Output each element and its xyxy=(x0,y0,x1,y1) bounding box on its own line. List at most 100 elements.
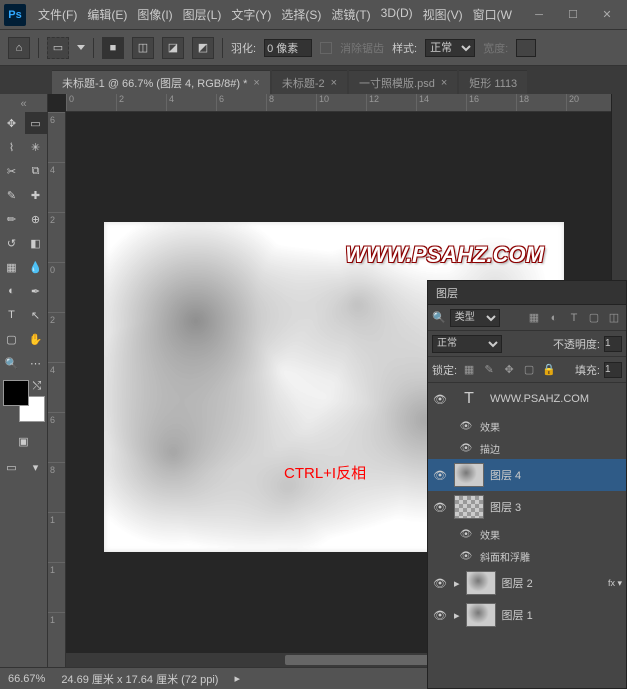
type-tool[interactable]: T xyxy=(1,304,23,326)
filter-type-select[interactable]: 类型 xyxy=(450,309,500,327)
home-icon[interactable]: ⌂ xyxy=(8,37,30,59)
path-tool[interactable]: ↖ xyxy=(25,304,47,326)
menu-select[interactable]: 选择(S) xyxy=(277,2,325,27)
selection-intersect-icon[interactable]: ◩ xyxy=(192,37,214,59)
tab-doc1[interactable]: 未标题-1 @ 66.7% (图层 4, RGB/8#) *× xyxy=(52,70,270,94)
tab-doc2[interactable]: 未标题-2× xyxy=(272,70,347,94)
screen-mode-menu[interactable]: ▾ xyxy=(25,456,47,478)
tab-doc3[interactable]: 一寸照模版.psd× xyxy=(349,70,457,94)
color-swatches[interactable]: ⤭ xyxy=(3,380,45,422)
visibility-icon[interactable]: 👁 xyxy=(432,467,448,483)
tab-doc4[interactable]: 矩形 1113 xyxy=(459,70,527,94)
feather-input[interactable] xyxy=(264,39,312,57)
healing-tool[interactable]: ✚ xyxy=(25,184,47,206)
ruler-horizontal[interactable]: 0246810121416182022 xyxy=(66,94,627,112)
close-icon[interactable]: × xyxy=(253,77,259,89)
gradient-tool[interactable]: ▦ xyxy=(1,256,23,278)
zoom-tool[interactable]: 🔍 xyxy=(1,352,23,374)
visibility-icon[interactable]: 👁 xyxy=(458,526,474,542)
marquee-tool[interactable]: ▭ xyxy=(25,112,47,134)
visibility-icon[interactable]: 👁 xyxy=(432,391,448,407)
collapsed-panels[interactable] xyxy=(611,94,627,280)
layers-tab[interactable]: 图层 xyxy=(428,281,626,305)
menu-edit[interactable]: 编辑(E) xyxy=(83,2,131,27)
menu-3d[interactable]: 3D(D) xyxy=(377,2,417,27)
filter-text-icon[interactable]: T xyxy=(566,310,582,326)
foreground-color[interactable] xyxy=(3,380,29,406)
layer-2[interactable]: 👁 ▸ 图层 2 fx ▾ xyxy=(428,567,626,599)
blur-tool[interactable]: 💧 xyxy=(25,256,47,278)
selection-subtract-icon[interactable]: ◪ xyxy=(162,37,184,59)
layer-fx-group[interactable]: 👁 效果 xyxy=(428,415,626,437)
lock-artboard-icon[interactable]: ▢ xyxy=(521,362,537,378)
menu-image[interactable]: 图像(I) xyxy=(133,2,176,27)
marquee-tool-icon[interactable]: ▭ xyxy=(47,37,69,59)
selection-add-icon[interactable]: ◫ xyxy=(132,37,154,59)
brush-tool[interactable]: ✏ xyxy=(1,208,23,230)
screen-mode-tool[interactable]: ▭ xyxy=(1,456,23,478)
chevron-right-icon[interactable]: ▸ xyxy=(454,577,460,590)
close-button[interactable]: ✕ xyxy=(591,3,623,27)
close-icon[interactable]: × xyxy=(331,77,337,89)
chevron-right-icon[interactable]: ▸ xyxy=(454,609,460,622)
layer-text[interactable]: 👁 T WWW.PSAHZ.COM xyxy=(428,383,626,415)
filter-smart-icon[interactable]: ◫ xyxy=(606,310,622,326)
menu-window[interactable]: 窗口(W xyxy=(469,2,516,27)
visibility-icon[interactable]: 👁 xyxy=(458,440,474,456)
maximize-button[interactable]: ☐ xyxy=(557,3,589,27)
lock-pixels-icon[interactable]: ▦ xyxy=(461,362,477,378)
lock-brush-icon[interactable]: ✎ xyxy=(481,362,497,378)
document-size[interactable]: 24.69 厘米 x 17.64 厘米 (72 ppi) xyxy=(61,671,218,687)
pen-tool[interactable]: ✒ xyxy=(25,280,47,302)
lock-all-icon[interactable]: 🔒 xyxy=(541,362,557,378)
chevron-down-icon[interactable] xyxy=(77,45,85,50)
opacity-input[interactable] xyxy=(604,336,622,352)
layer-fx-stroke[interactable]: 👁 描边 xyxy=(428,437,626,459)
quick-mask-tool[interactable]: ▣ xyxy=(13,430,35,452)
visibility-icon[interactable]: 👁 xyxy=(458,548,474,564)
lasso-tool[interactable]: ⌇ xyxy=(1,136,23,158)
history-brush-tool[interactable]: ↺ xyxy=(1,232,23,254)
fill-input[interactable] xyxy=(604,362,622,378)
blend-mode-select[interactable]: 正常 xyxy=(432,335,502,353)
move-tool[interactable]: ✥ xyxy=(1,112,23,134)
layer-3[interactable]: 👁 图层 3 xyxy=(428,491,626,523)
hand-tool[interactable]: ✋ xyxy=(25,328,47,350)
swap-colors-icon[interactable]: ⤭ xyxy=(33,380,45,392)
magic-wand-tool[interactable]: ✳ xyxy=(25,136,47,158)
menu-layer[interactable]: 图层(L) xyxy=(179,2,226,27)
menu-type[interactable]: 文字(Y) xyxy=(227,2,275,27)
dodge-tool[interactable]: ◐ xyxy=(1,280,23,302)
visibility-icon[interactable]: 👁 xyxy=(432,607,448,623)
visibility-icon[interactable]: 👁 xyxy=(432,575,448,591)
visibility-icon[interactable]: 👁 xyxy=(458,418,474,434)
edit-toolbar[interactable]: ⋯ xyxy=(25,352,47,374)
filter-shape-icon[interactable]: ▢ xyxy=(586,310,602,326)
clone-tool[interactable]: ⊕ xyxy=(25,208,47,230)
close-icon[interactable]: × xyxy=(441,77,447,89)
slice-tool[interactable]: ⧉ xyxy=(25,160,47,182)
eraser-tool[interactable]: ◧ xyxy=(25,232,47,254)
eyedropper-tool[interactable]: ✎ xyxy=(1,184,23,206)
layer-4[interactable]: 👁 图层 4 xyxy=(428,459,626,491)
minimize-button[interactable]: ─ xyxy=(523,3,555,27)
fx-badge[interactable]: fx ▾ xyxy=(608,578,622,589)
layer-fx-group[interactable]: 👁 效果 xyxy=(428,523,626,545)
selection-new-icon[interactable]: ■ xyxy=(102,37,124,59)
filter-adjust-icon[interactable]: ◐ xyxy=(546,310,562,326)
filter-pixel-icon[interactable]: ▦ xyxy=(526,310,542,326)
default-colors-icon[interactable] xyxy=(3,410,15,422)
menu-file[interactable]: 文件(F) xyxy=(34,2,81,27)
crop-tool[interactable]: ✂ xyxy=(1,160,23,182)
visibility-icon[interactable]: 👁 xyxy=(432,499,448,515)
zoom-level[interactable]: 66.67% xyxy=(8,673,45,685)
toolbox-collapse-icon[interactable]: « xyxy=(0,98,47,110)
shape-tool[interactable]: ▢ xyxy=(1,328,23,350)
ruler-vertical[interactable]: 64202468111 xyxy=(48,112,66,667)
layer-fx-bevel[interactable]: 👁 斜面和浮雕 xyxy=(428,545,626,567)
menu-filter[interactable]: 滤镜(T) xyxy=(327,2,374,27)
search-icon[interactable]: 🔍 xyxy=(432,311,446,324)
style-select[interactable]: 正常 xyxy=(425,39,475,57)
lock-position-icon[interactable]: ✥ xyxy=(501,362,517,378)
chevron-right-icon[interactable]: ▸ xyxy=(234,672,240,685)
